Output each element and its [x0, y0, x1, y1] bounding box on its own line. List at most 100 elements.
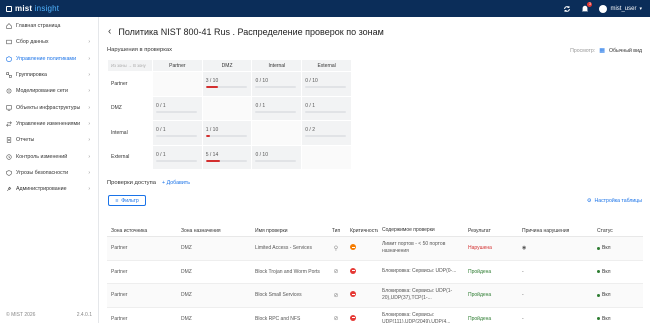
- destination-zone: DMZ: [181, 292, 192, 299]
- column-header[interactable]: Результат: [464, 228, 518, 234]
- violation-reason[interactable]: ◉: [518, 245, 593, 251]
- matrix-cell-value: 0 / 1: [305, 102, 315, 109]
- matrix-cell-value: 0 / 1: [255, 102, 266, 109]
- filter-button[interactable]: ≡ Фильтр: [108, 195, 146, 206]
- matrix-cell[interactable]: 0 / 1: [152, 145, 202, 169]
- notification-badge: 3: [587, 1, 593, 7]
- sidebar-item-download[interactable]: Сбор данных ›: [0, 34, 98, 50]
- source-zone: Partner: [111, 292, 128, 299]
- sidebar-item-tools[interactable]: Администрирование ›: [0, 181, 98, 197]
- chevron-right-icon: ›: [88, 72, 90, 79]
- matrix-cell[interactable]: 0 / 10: [252, 72, 302, 96]
- column-header[interactable]: Тип: [326, 228, 346, 234]
- chevron-right-icon: ›: [88, 137, 90, 144]
- sidebar-item-policy[interactable]: Управление политиками ›: [0, 51, 98, 67]
- chevron-right-icon: ›: [88, 39, 90, 46]
- check-result: Пройдена: [468, 315, 492, 322]
- table-row[interactable]: Partner DMZ Limited Access - Services ⚲ Лими…: [107, 237, 643, 261]
- matrix-cell-empty: [252, 121, 302, 145]
- table-settings-button[interactable]: ⚙ Настройка таблицы: [587, 198, 642, 204]
- column-header[interactable]: Содержимое проверки: [378, 227, 464, 234]
- user-name: mist_user: [610, 5, 637, 12]
- sidebar-item-group[interactable]: Группировка ›: [0, 67, 98, 83]
- sidebar-item-shield[interactable]: Угрозы безопасности ›: [0, 165, 98, 181]
- column-header[interactable]: Зона источника: [107, 228, 177, 234]
- matrix-cell[interactable]: 0 / 10: [252, 145, 302, 169]
- matrix-cell[interactable]: 3 / 10: [202, 72, 252, 96]
- logo-mark-icon: [6, 5, 12, 12]
- violations-section-title: Нарушения в проверках: [107, 47, 173, 53]
- matrix-cell-value: 5 / 14: [205, 151, 219, 158]
- eye-icon[interactable]: ◉: [522, 245, 526, 251]
- matrix-row-header: Partner: [108, 72, 152, 96]
- settings-icon: ⚙: [586, 198, 592, 204]
- app-logo[interactable]: mist insight: [0, 4, 59, 13]
- violation-progress-bar: [205, 86, 247, 88]
- chevron-right-icon: ›: [88, 169, 90, 176]
- sidebar-item-home[interactable]: Главная страница: [0, 18, 98, 34]
- matrix-cell-value: 0 / 10: [255, 151, 268, 158]
- matrix-cell[interactable]: 0 / 1: [152, 121, 202, 145]
- page-title: Политика NIST 800-41 Rus . Распределение…: [118, 26, 384, 37]
- chevron-right-icon: ›: [88, 104, 90, 111]
- sidebar-item-history[interactable]: Контроль изменений ›: [0, 148, 98, 164]
- status-label: Вкл: [602, 245, 611, 252]
- matrix-cell[interactable]: 0 / 1: [252, 96, 302, 120]
- matrix-cell[interactable]: 5 / 14: [202, 145, 252, 169]
- matrix-row: External 0 / 1 5 / 14 0 / 10: [108, 145, 352, 169]
- sidebar-item-label: Отчеты: [16, 137, 35, 144]
- download-icon: [5, 39, 12, 46]
- check-name: Limited Access - Services: [255, 245, 312, 252]
- column-header[interactable]: Зона назначения: [177, 228, 251, 234]
- matrix-row-header: Internal: [108, 121, 152, 145]
- destination-zone: DMZ: [181, 268, 192, 275]
- top-bar: mist insight 3 mist_user ▾: [0, 0, 650, 17]
- view-value: Обычный вид: [608, 47, 642, 54]
- sidebar-item-label: Главная страница: [16, 23, 61, 30]
- chevron-right-icon: ›: [88, 88, 90, 95]
- sidebar-item-report[interactable]: Отчеты ›: [0, 132, 98, 148]
- matrix-cell[interactable]: 0 / 2: [302, 121, 352, 145]
- column-header[interactable]: Причина нарушения: [518, 228, 593, 234]
- policy-icon: [5, 55, 12, 62]
- table-row[interactable]: Partner DMZ Block RPC and NFS ⊘ Блокировка: …: [107, 308, 643, 323]
- chevron-down-icon: ▾: [639, 5, 642, 12]
- sidebar-item-changes[interactable]: Управление изменениями ›: [0, 116, 98, 132]
- column-header[interactable]: Статус: [593, 228, 643, 234]
- column-header[interactable]: Критичность: [346, 228, 378, 234]
- criticality-high-icon: [350, 291, 356, 298]
- type-cell: ⊘: [326, 315, 346, 322]
- view-selector[interactable]: Просмотр: ▦ Обычный вид: [570, 47, 642, 55]
- matrix-cell-value: 0 / 1: [155, 127, 166, 133]
- status-toggle[interactable]: Вкл: [593, 269, 643, 275]
- matrix-cell[interactable]: 0 / 1: [302, 96, 352, 120]
- back-arrow-icon[interactable]: ‹: [108, 26, 111, 37]
- table-row[interactable]: Partner DMZ Block Trojan and Worm Ports ⊘ Бл…: [107, 261, 643, 284]
- table-row[interactable]: Partner DMZ Block Small Services ⊘ Блокировк…: [107, 284, 643, 308]
- matrix-cell[interactable]: 0 / 10: [302, 72, 352, 96]
- matrix-cell[interactable]: 1 / 10: [202, 121, 252, 145]
- sidebar-item-infrastructure[interactable]: Объекты инфраструктуры ›: [0, 99, 98, 115]
- destination-zone: DMZ: [181, 245, 192, 252]
- sync-icon[interactable]: [563, 5, 571, 13]
- notifications-bell-icon[interactable]: 3: [581, 1, 593, 13]
- status-label: Вкл: [602, 292, 611, 299]
- status-label: Вкл: [602, 315, 611, 322]
- check-name: Block Small Services: [255, 292, 302, 299]
- matrix-cell[interactable]: 0 / 1: [152, 96, 202, 120]
- violation-progress-bar: [155, 159, 197, 162]
- add-check-button[interactable]: + Добавить: [162, 180, 190, 186]
- status-toggle[interactable]: Вкл: [593, 316, 643, 322]
- violation-reason: -: [522, 315, 524, 322]
- matrix-cell-value: 0 / 10: [255, 78, 268, 84]
- violation-progress-fill: [205, 86, 219, 88]
- sidebar-item-network[interactable]: Моделирование сети ›: [0, 83, 98, 99]
- history-icon: [5, 153, 12, 160]
- column-header[interactable]: Имя проверки: [251, 228, 326, 234]
- status-toggle[interactable]: Вкл: [593, 292, 643, 298]
- criticality-cell: [346, 267, 378, 276]
- user-menu[interactable]: mist_user ▾: [599, 4, 642, 13]
- status-toggle[interactable]: Вкл: [593, 245, 643, 251]
- sidebar: Главная страница Сбор данных › Управление п…: [0, 17, 99, 323]
- sidebar-item-label: Администрирование: [16, 186, 67, 193]
